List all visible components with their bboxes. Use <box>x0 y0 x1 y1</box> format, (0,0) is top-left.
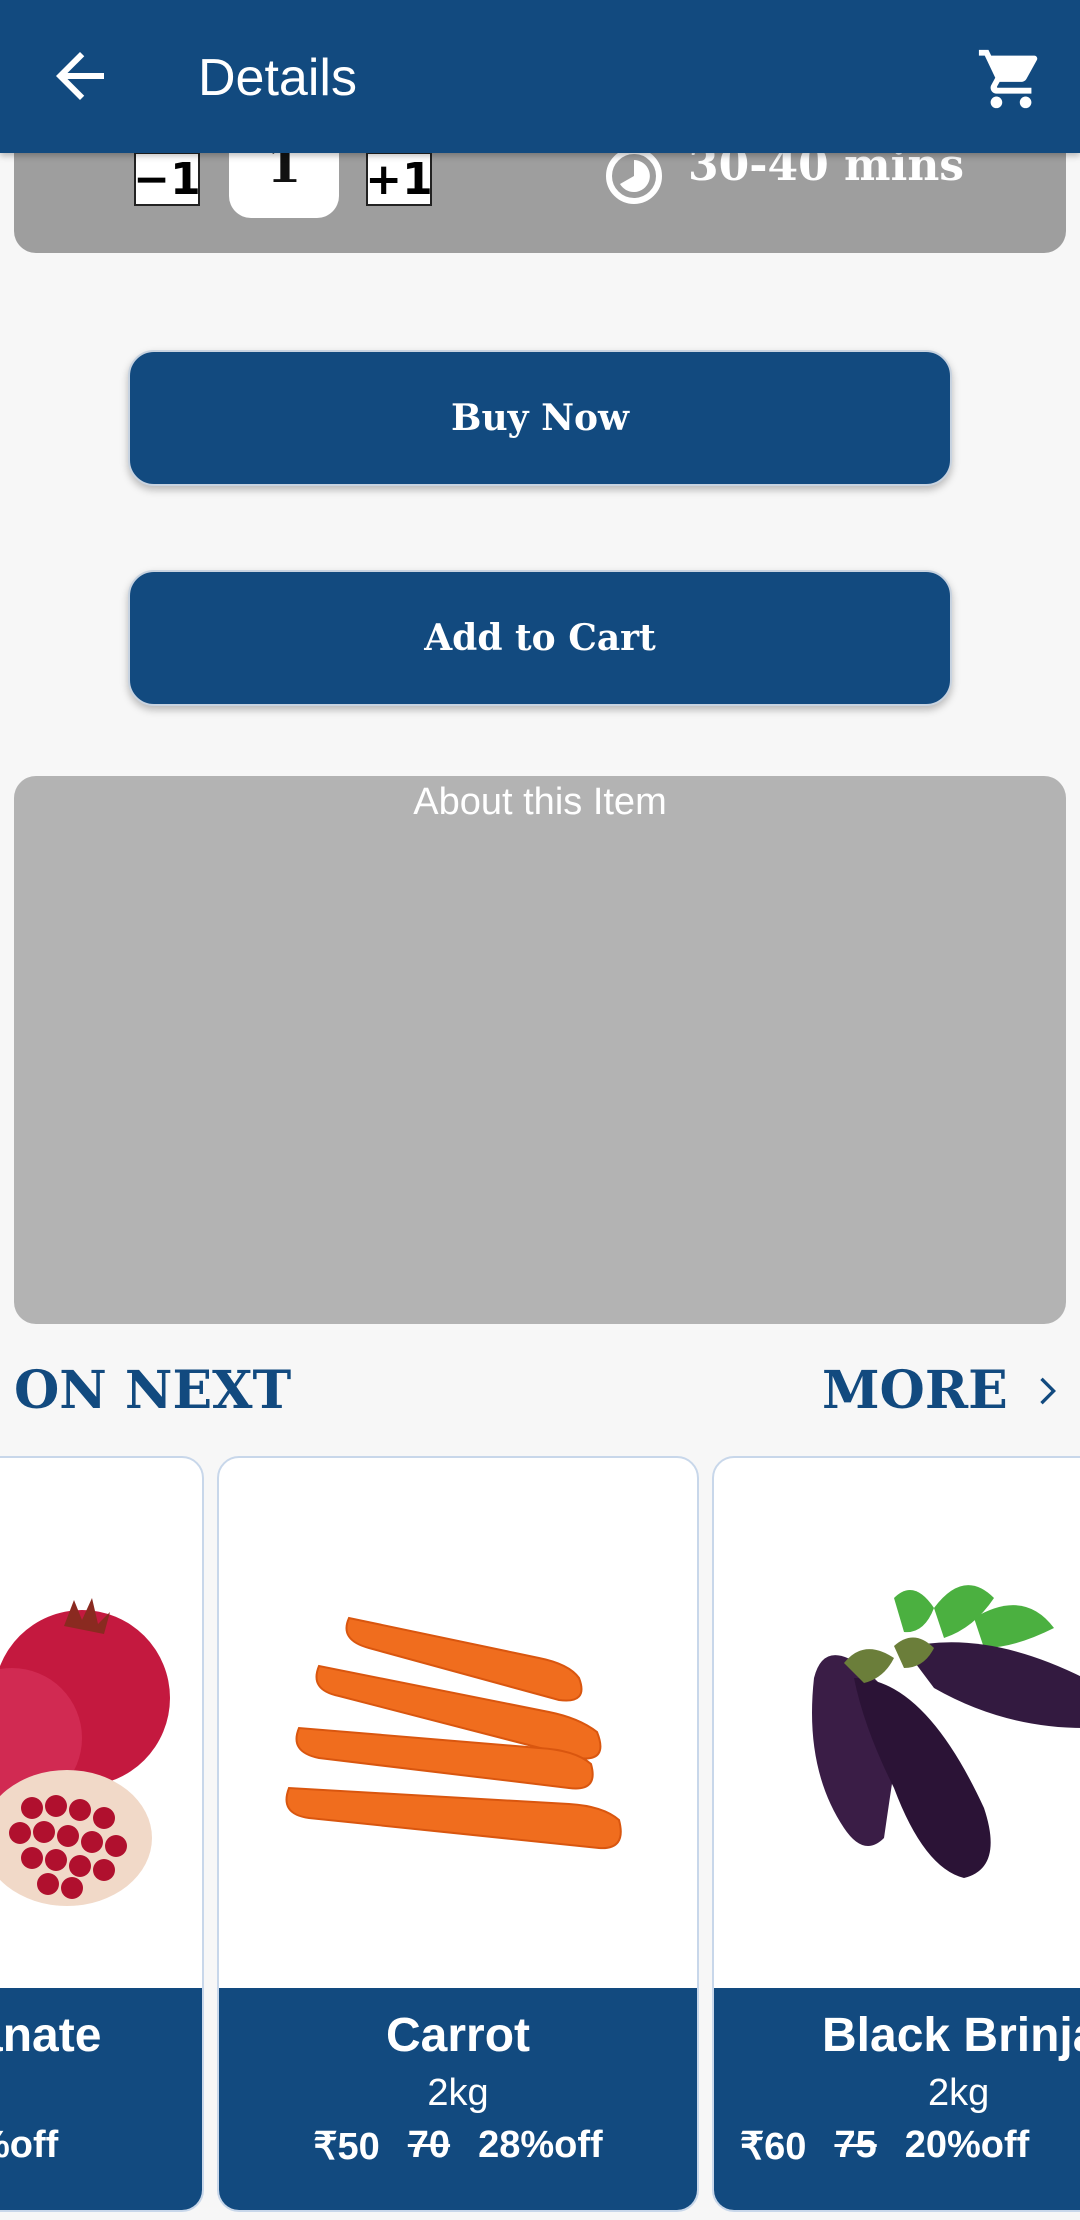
product-discount: 28%off <box>478 2124 603 2166</box>
timer-icon <box>606 148 662 204</box>
cart-icon[interactable] <box>976 44 1046 114</box>
brinjal-image <box>812 1585 1080 1878</box>
product-name: Black Brinja <box>822 2009 1080 2062</box>
product-card[interactable]: Black Brinja 2kg ₹60 75 20%off <box>712 1456 1080 2212</box>
app-bar: Details <box>0 0 1080 153</box>
pomegranate-image <box>0 1598 170 1906</box>
product-info: Black Brinja 2kg ₹60 75 20%off <box>714 1988 1080 2210</box>
product-info: anate %off <box>0 1988 202 2210</box>
product-card[interactable]: Carrot 2kg ₹50 70 28%off <box>217 1456 699 2212</box>
add-to-cart-button[interactable]: Add to Cart <box>128 570 952 706</box>
decrement-button[interactable]: −1 <box>133 152 201 206</box>
more-link[interactable]: MORE <box>822 1360 1066 1421</box>
arrow-left-icon[interactable] <box>44 40 116 112</box>
page-title: Details <box>198 49 357 107</box>
product-weight: 2kg <box>427 2072 489 2114</box>
about-title: About this Item <box>413 781 667 823</box>
product-old-price: 75 <box>834 2124 877 2166</box>
product-price: ₹50 <box>313 2126 380 2168</box>
buy-now-button[interactable]: Buy Now <box>128 350 952 486</box>
about-item-panel: About this Item <box>14 776 1066 1324</box>
product-name: anate <box>0 2009 102 2062</box>
carrot-image <box>285 1616 622 1850</box>
product-weight: 2kg <box>928 2072 990 2114</box>
product-name: Carrot <box>385 2009 531 2062</box>
more-label: MORE <box>822 1360 1008 1421</box>
section-title: ON NEXT <box>14 1360 292 1421</box>
product-card[interactable]: anate %off <box>0 1456 204 2212</box>
product-price: ₹60 <box>740 2126 807 2168</box>
increment-button[interactable]: +1 <box>365 152 433 206</box>
product-old-price: 70 <box>407 2124 451 2166</box>
product-info: Carrot 2kg ₹50 70 28%off <box>219 1988 697 2210</box>
product-discount: 20%off <box>904 2124 1030 2166</box>
product-discount: %off <box>0 2124 59 2166</box>
chevron-right-icon <box>1040 1377 1056 1404</box>
